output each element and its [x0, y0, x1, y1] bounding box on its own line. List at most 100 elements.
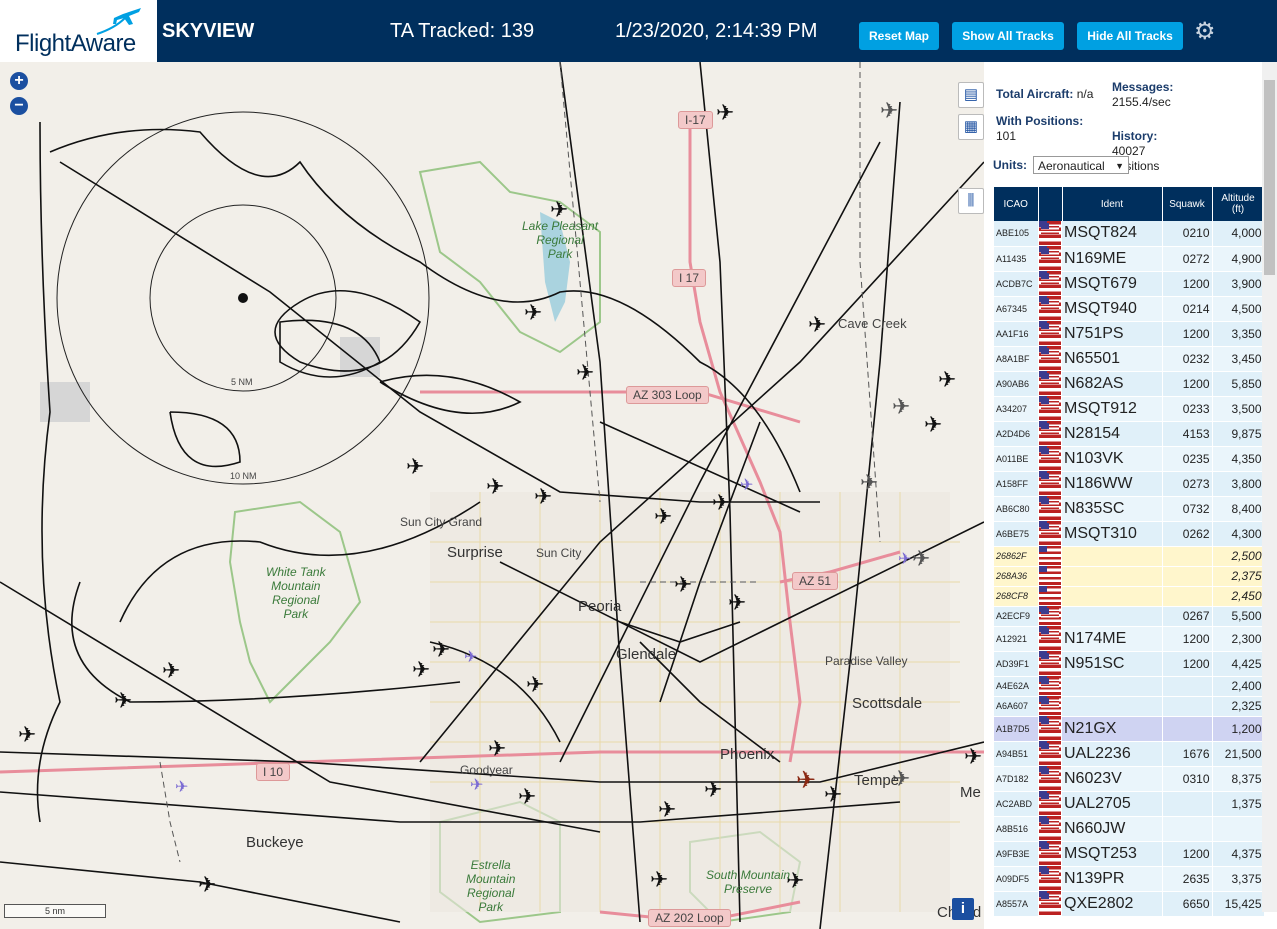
cell-icao: AC2ABD	[994, 791, 1039, 817]
grid-icon[interactable]: ▦	[958, 114, 984, 140]
table-row[interactable]: A12921 N174ME 1200 2,300	[994, 626, 1265, 652]
cell-squawk	[1162, 816, 1213, 842]
table-row[interactable]: A8A1BF N65501 0232 3,450	[994, 346, 1265, 372]
cell-altitude: 8,375	[1212, 766, 1265, 792]
svg-text:✈: ✈	[674, 573, 692, 598]
table-row[interactable]: A7D182 N6023V 0310 8,375	[994, 766, 1265, 792]
cell-altitude: 2,375	[1212, 566, 1265, 587]
column-flag[interactable]	[1038, 187, 1063, 221]
column-icao[interactable]: ICAO	[994, 187, 1039, 221]
units-select[interactable]: Aeronautical ▼	[1033, 156, 1129, 174]
table-row[interactable]: 268A36 2,375	[994, 566, 1265, 587]
cell-squawk: 0210	[1162, 221, 1213, 247]
table-row[interactable]: A94B51 UAL2236 1676 21,500	[994, 741, 1265, 767]
cell-flag	[1038, 866, 1062, 891]
flightaware-logo[interactable]: FlightAware	[0, 0, 157, 62]
table-row[interactable]: ACDB7C MSQT679 1200 3,900	[994, 271, 1265, 297]
table-row[interactable]: A2D4D6 N28154 4153 9,875	[994, 421, 1265, 447]
table-row[interactable]: A6BE75 MSQT310 0262 4,300	[994, 521, 1265, 547]
table-row[interactable]: A09DF5 N139PR 2635 3,375	[994, 866, 1265, 892]
table-row[interactable]: AC2ABD UAL2705 1,375	[994, 791, 1265, 817]
chevron-down-icon: ▼	[1115, 161, 1124, 171]
svg-text:✈: ✈	[650, 868, 668, 893]
cell-flag	[1038, 676, 1062, 696]
svg-text:✈: ✈	[518, 785, 536, 810]
svg-text:✈: ✈	[716, 101, 734, 126]
table-row[interactable]: AB6C80 N835SC 0732 8,400	[994, 496, 1265, 522]
units-label: Units:	[993, 158, 1027, 172]
column-altitude[interactable]: Altitude (ft)	[1212, 187, 1265, 221]
table-row[interactable]: A9FB3E MSQT253 1200 4,375	[994, 841, 1265, 867]
cell-flag	[1038, 346, 1062, 371]
cell-squawk: 1200	[1162, 841, 1213, 867]
zoom-in-button[interactable]: +	[10, 72, 28, 90]
cell-flag	[1038, 396, 1062, 421]
table-row[interactable]: A6A607 2,325	[994, 696, 1265, 717]
reset-map-button[interactable]: Reset Map	[859, 22, 939, 50]
aircraft-sidebar: Total Aircraft: n/a With Positions: 101 …	[984, 62, 1277, 929]
cell-icao: A90AB6	[994, 371, 1039, 397]
cell-altitude: 3,450	[1212, 346, 1265, 372]
cell-ident: N186WW	[1062, 471, 1163, 497]
column-squawk[interactable]: Squawk	[1162, 187, 1213, 221]
cell-ident	[1062, 566, 1163, 587]
table-row[interactable]: AD39F1 N951SC 1200 4,425	[994, 651, 1265, 677]
table-row[interactable]: A1B7D5 N21GX 1,200	[994, 716, 1265, 742]
cell-ident: N28154	[1062, 421, 1163, 447]
table-row[interactable]: 26862F 2,500	[994, 546, 1265, 567]
svg-text:✈: ✈	[488, 737, 506, 762]
cell-squawk: 0235	[1162, 446, 1213, 472]
svg-text:✈: ✈	[964, 745, 982, 770]
map-canvas[interactable]: ✈ ✈ ✈ ✈ ✈ ✈ ✈ ✈ ✈ ✈ ✈ ✈ ✈ ✈ ✈ ✈ ✈ ✈ ✈ ✈ …	[0, 62, 984, 929]
label-tempe: Tempe	[854, 772, 900, 789]
cell-flag	[1038, 321, 1062, 346]
show-all-tracks-button[interactable]: Show All Tracks	[952, 22, 1064, 50]
app-name: SKYVIEW	[162, 20, 255, 42]
cell-altitude: 4,300	[1212, 521, 1265, 547]
table-row[interactable]: A158FF N186WW 0273 3,800	[994, 471, 1265, 497]
table-row[interactable]: A8B516 N660JW	[994, 816, 1265, 842]
table-row[interactable]: A67345 MSQT940 0214 4,500	[994, 296, 1265, 322]
cell-squawk: 0272	[1162, 246, 1213, 272]
sidebar-scroll-thumb[interactable]	[1264, 80, 1275, 275]
cell-flag	[1038, 816, 1062, 841]
cell-icao: A11435	[994, 246, 1039, 272]
messages-value: 2155.4/sec	[1112, 95, 1171, 109]
label-paradise-valley: Paradise Valley	[825, 654, 908, 668]
shield-az51: AZ 51	[792, 572, 839, 590]
cell-ident: N21GX	[1062, 716, 1163, 742]
info-icon[interactable]: i	[952, 898, 974, 920]
hide-all-tracks-button[interactable]: Hide All Tracks	[1077, 22, 1183, 50]
zoom-out-button[interactable]: −	[10, 97, 28, 115]
table-row[interactable]: A8557A QXE2802 6650 15,425	[994, 891, 1265, 917]
table-row[interactable]: AA1F16 N751PS 1200 3,350	[994, 321, 1265, 347]
positions-label: With Positions:	[996, 114, 1084, 128]
label-sun-city: Sun City	[536, 546, 582, 560]
table-row[interactable]: A2ECF9 0267 5,500	[994, 606, 1265, 627]
cell-altitude: 5,500	[1212, 606, 1265, 627]
us-flag-icon	[1040, 523, 1059, 535]
cell-flag	[1038, 766, 1062, 791]
table-row[interactable]: A11435 N169ME 0272 4,900	[994, 246, 1265, 272]
cell-ident: MSQT940	[1062, 296, 1163, 322]
columns-icon[interactable]: ⫼	[958, 188, 984, 214]
svg-text:✈: ✈	[198, 873, 216, 898]
table-row[interactable]: A34207 MSQT912 0233 3,500	[994, 396, 1265, 422]
svg-text:✈: ✈	[470, 777, 483, 794]
gear-icon[interactable]: ⚙	[1194, 20, 1218, 44]
column-ident[interactable]: Ident	[1062, 187, 1163, 221]
cell-flag	[1038, 791, 1062, 816]
map-layers-icon[interactable]: ▤	[958, 82, 984, 108]
cell-squawk: 0273	[1162, 471, 1213, 497]
table-row[interactable]: ABE105 MSQT824 0210 4,000	[994, 221, 1265, 247]
cell-squawk: 0214	[1162, 296, 1213, 322]
svg-text:✈: ✈	[704, 778, 722, 803]
svg-text:✈: ✈	[924, 413, 942, 438]
shield-az303: AZ 303 Loop	[626, 386, 709, 404]
table-row[interactable]: A90AB6 N682AS 1200 5,850	[994, 371, 1265, 397]
tracked-count: TA Tracked: 139	[390, 20, 535, 42]
table-row[interactable]: 268CF8 2,450	[994, 586, 1265, 607]
table-row[interactable]: A011BE N103VK 0235 4,350	[994, 446, 1265, 472]
cell-squawk	[1162, 676, 1213, 697]
table-row[interactable]: A4E62A 2,400	[994, 676, 1265, 697]
